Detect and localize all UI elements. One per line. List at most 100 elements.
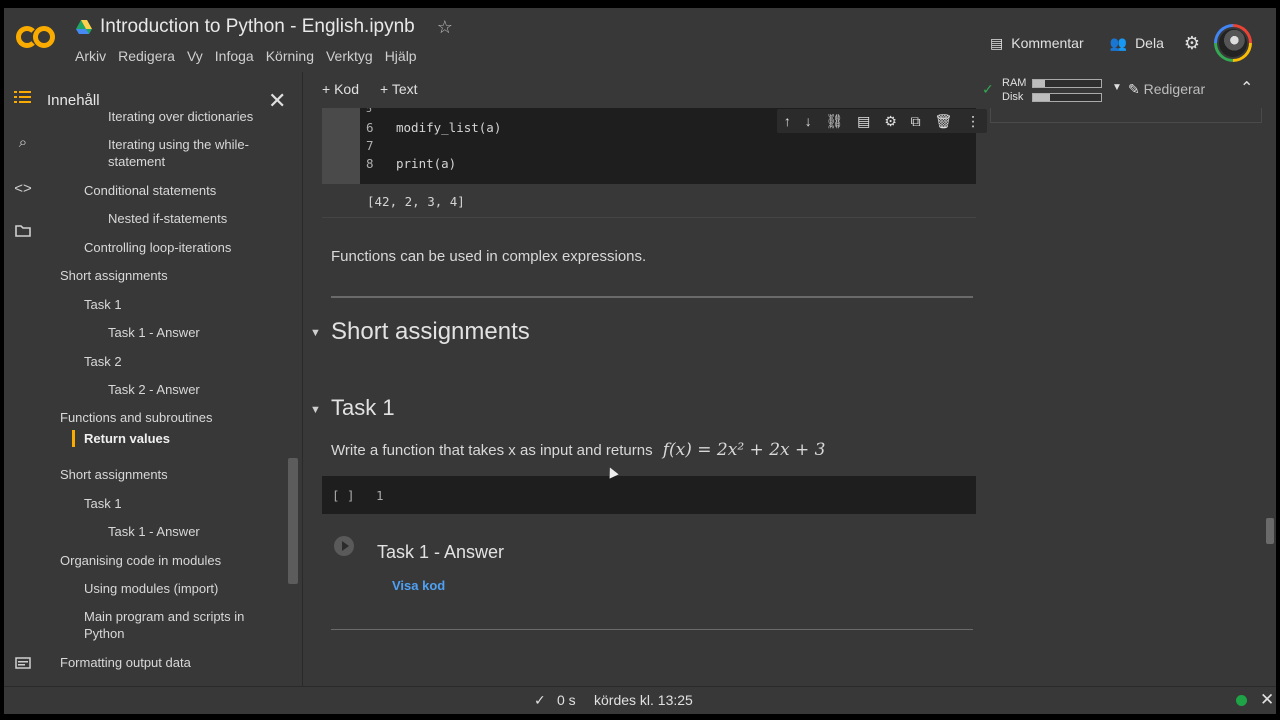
- section-heading: Short assignments: [331, 318, 530, 345]
- add-text-button[interactable]: + Text: [380, 81, 418, 97]
- sidebar-divider: [302, 72, 303, 692]
- avatar[interactable]: [1214, 24, 1252, 62]
- toc-item[interactable]: Organising code in modules: [60, 552, 221, 569]
- output-text: [42, 2, 3, 4]: [367, 194, 465, 209]
- menu-bar: Arkiv Redigera Vy Infoga Körning Verktyg…: [71, 48, 425, 64]
- share-button[interactable]: 👥 Dela: [1104, 35, 1170, 52]
- section-heading: Task 1: [331, 395, 395, 420]
- ram-bar: [1032, 79, 1102, 88]
- terminal-icon[interactable]: [12, 654, 34, 676]
- toc-item[interactable]: Functions and subroutines: [60, 409, 212, 426]
- toc-item[interactable]: Conditional statements: [84, 182, 216, 199]
- colab-logo[interactable]: [16, 22, 58, 54]
- toc-item[interactable]: Nested if-statements: [108, 210, 227, 227]
- move-up-icon[interactable]: ↑: [784, 114, 791, 128]
- connected-check-icon: ✓: [982, 81, 994, 97]
- task-text: Write a function that takes x as input a…: [331, 440, 826, 460]
- comment-label: Kommentar: [1011, 35, 1084, 51]
- header-actions: ▤ Kommentar 👥 Dela ⚙: [984, 24, 1252, 62]
- run-brackets[interactable]: [ ]: [332, 488, 355, 503]
- code-line: 7: [366, 138, 374, 153]
- add-code-button[interactable]: + Kod: [322, 81, 359, 97]
- drive-icon: [76, 20, 92, 34]
- gear-icon[interactable]: ⚙: [1184, 33, 1200, 54]
- toc-item[interactable]: Task 1 - Answer: [108, 523, 200, 540]
- code-cell[interactable]: 5 6 modify_list(a) 7 8 print(a) ↑ ↓ ⛓ ▤ ⚙ …: [322, 108, 987, 184]
- toc-icon[interactable]: [12, 88, 34, 110]
- left-rail: ⌕ <>: [4, 78, 40, 688]
- panel-border: [1261, 108, 1262, 122]
- divider: [331, 296, 973, 298]
- comment-icon: ▤: [990, 34, 1004, 51]
- toc-list: Iterating over dictionaries Iterating us…: [40, 108, 302, 688]
- resource-monitor[interactable]: ✓ RAM Disk ▼: [978, 75, 1128, 105]
- menu-tools[interactable]: Verktyg: [322, 48, 377, 64]
- toc-title: Innehåll: [47, 92, 100, 109]
- notebook-area: 5 6 modify_list(a) 7 8 print(a) ↑ ↓ ⛓ ▤ ⚙ …: [304, 108, 1276, 688]
- app-header: Introduction to Python - English.ipynb ☆…: [4, 8, 1276, 72]
- search-icon[interactable]: ⌕: [12, 132, 34, 154]
- menu-help[interactable]: Hjälp: [381, 48, 421, 64]
- disk-bar: [1032, 93, 1102, 102]
- menu-insert[interactable]: Infoga: [211, 48, 258, 64]
- title-row: Introduction to Python - English.ipynb ☆: [76, 16, 453, 38]
- status-duration: 0 s: [557, 692, 576, 708]
- text-cell: Functions can be used in complex express…: [331, 248, 647, 265]
- toc-item[interactable]: Short assignments: [60, 267, 168, 284]
- settings-icon[interactable]: ⚙: [884, 114, 897, 128]
- panel-border: [990, 122, 1262, 123]
- disk-label: Disk: [1002, 91, 1024, 103]
- toc-item[interactable]: Main program and scripts in Python: [84, 608, 274, 642]
- code-line: 8 print(a): [366, 156, 457, 171]
- cell-output: [42, 2, 3, 4]: [322, 184, 976, 218]
- delete-icon[interactable]: 🗑: [934, 114, 952, 128]
- more-icon[interactable]: ⋮: [966, 114, 980, 128]
- menu-view[interactable]: Vy: [183, 48, 207, 64]
- star-icon[interactable]: ☆: [437, 17, 453, 38]
- ram-label: RAM: [1002, 77, 1027, 89]
- dropdown-arrow-icon[interactable]: ▼: [1112, 82, 1122, 93]
- table-of-contents: Innehåll ✕ Iterating over dictionaries I…: [40, 78, 302, 688]
- main-scrollbar[interactable]: [1266, 518, 1274, 544]
- collapse-toggle-icon[interactable]: ▼: [310, 404, 321, 416]
- run-cell-button[interactable]: [334, 536, 354, 556]
- pencil-icon: ✎: [1128, 81, 1140, 97]
- toc-scrollbar[interactable]: [288, 458, 298, 584]
- toc-item[interactable]: Task 2 - Answer: [108, 381, 200, 398]
- mirror-cell-icon[interactable]: ⧉: [911, 114, 921, 128]
- notebook-title[interactable]: Introduction to Python - English.ipynb: [100, 16, 415, 38]
- toc-item[interactable]: Iterating over dictionaries: [108, 108, 253, 125]
- status-check-icon: ✓: [534, 692, 546, 708]
- toc-item[interactable]: Task 1: [84, 495, 122, 512]
- show-code-link[interactable]: Visa kod: [392, 578, 445, 593]
- toc-item[interactable]: Task 1 - Answer: [108, 324, 200, 341]
- toc-item[interactable]: Formatting output data: [60, 654, 191, 671]
- cell-toolbar: ↑ ↓ ⛓ ▤ ⚙ ⧉ 🗑 ⋮: [777, 109, 987, 133]
- move-down-icon[interactable]: ↓: [805, 114, 812, 128]
- menu-edit[interactable]: Redigera: [114, 48, 179, 64]
- toc-item-active[interactable]: Return values: [84, 430, 170, 447]
- connection-status-icon: [1236, 695, 1247, 706]
- toc-item[interactable]: Short assignments: [60, 466, 168, 483]
- colab-window: Introduction to Python - English.ipynb ☆…: [4, 8, 1276, 714]
- comment-button[interactable]: ▤ Kommentar: [984, 35, 1090, 52]
- toc-item[interactable]: Task 1: [84, 296, 122, 313]
- code-line: 5: [366, 108, 373, 115]
- link-icon[interactable]: ⛓: [826, 114, 844, 128]
- collapse-toggle-icon[interactable]: ▼: [310, 327, 321, 339]
- active-indicator: [72, 430, 75, 447]
- comment-cell-icon[interactable]: ▤: [857, 114, 870, 128]
- chevron-up-icon[interactable]: ⌃: [1240, 78, 1253, 98]
- folder-icon[interactable]: [12, 222, 34, 244]
- empty-code-cell[interactable]: [ ] 1: [322, 476, 976, 514]
- editing-label: Redigerar: [1143, 81, 1206, 97]
- menu-file[interactable]: Arkiv: [71, 48, 110, 64]
- close-status-icon[interactable]: ✕: [1260, 690, 1274, 710]
- editing-mode[interactable]: ✎ Redigerar: [1128, 81, 1205, 98]
- toc-item[interactable]: Iterating using the while-statement: [108, 136, 278, 170]
- toc-item[interactable]: Task 2: [84, 353, 122, 370]
- menu-runtime[interactable]: Körning: [262, 48, 318, 64]
- toc-item[interactable]: Using modules (import): [84, 580, 218, 597]
- code-snippets-icon[interactable]: <>: [12, 178, 34, 200]
- toc-item[interactable]: Controlling loop-iterations: [84, 239, 231, 256]
